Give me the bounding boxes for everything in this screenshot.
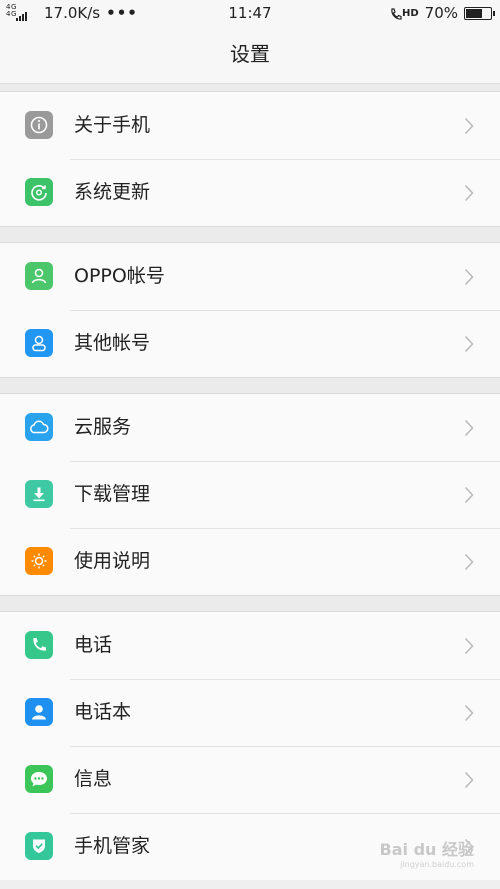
settings-row[interactable]: 电话: [0, 612, 500, 679]
contacts-icon: [25, 698, 53, 726]
group-divider: [0, 226, 500, 243]
watermark-sub: jingyan.baidu.com: [400, 860, 474, 869]
lightbulb-icon: [25, 547, 53, 575]
settings-row-label: 使用说明: [74, 550, 151, 572]
person-icon: [25, 262, 53, 290]
cloud-icon: [25, 413, 53, 441]
settings-group: OPPO帐号 其他帐号: [0, 243, 500, 377]
status-right: HD 70%: [390, 4, 495, 22]
battery-icon: [464, 6, 495, 20]
update-icon: [25, 178, 53, 206]
settings-row[interactable]: 信息: [0, 746, 500, 813]
settings-row[interactable]: 云服务: [0, 394, 500, 461]
settings-row-label: 手机管家: [74, 835, 151, 857]
settings-row[interactable]: OPPO帐号: [0, 243, 500, 310]
shield-icon: [25, 832, 53, 860]
page-title: 设置: [230, 42, 270, 66]
settings-row[interactable]: 系统更新: [0, 159, 500, 226]
group-divider: [0, 595, 500, 612]
battery-fill: [466, 8, 483, 18]
settings-row[interactable]: 电话本: [0, 679, 500, 746]
group-divider: [0, 377, 500, 394]
settings-row[interactable]: 下载管理: [0, 461, 500, 528]
download-icon: [25, 480, 53, 508]
group-divider: [0, 84, 500, 92]
settings-row-label: 系统更新: [74, 181, 151, 203]
settings-row[interactable]: 关于手机: [0, 92, 500, 159]
account-icon: [25, 329, 53, 357]
settings-row[interactable]: 其他帐号: [0, 310, 500, 377]
message-icon: [25, 765, 53, 793]
watermark-text: Bai du 经验: [379, 840, 474, 859]
settings-list: 关于手机系统更新 OPPO帐号 其他帐号云服务下载管理使用说明电话电话本信息手机管家: [0, 84, 500, 880]
settings-group: 云服务下载管理使用说明: [0, 394, 500, 595]
info-icon: [25, 111, 53, 139]
settings-row-label: 下载管理: [74, 483, 151, 505]
status-bar: 4G 4G 17.0K/s ••• 11:47 HD 70%: [0, 0, 500, 26]
settings-row-label: 电话: [74, 634, 113, 656]
phone-icon: [25, 631, 53, 659]
settings-row-label: OPPO帐号: [74, 265, 165, 287]
settings-group: 关于手机 系统更新: [0, 92, 500, 226]
page-title-bar: 设置: [0, 26, 500, 84]
settings-row-label: 信息: [74, 768, 113, 790]
hd-call-icon: HD: [390, 7, 419, 20]
hd-label: HD: [401, 7, 419, 19]
settings-row[interactable]: 使用说明: [0, 528, 500, 595]
battery-percent: 70%: [424, 4, 458, 22]
settings-row-label: 关于手机: [74, 114, 151, 136]
settings-row-label: 其他帐号: [74, 332, 151, 354]
watermark: Bai du 经验 jingyan.baidu.com: [380, 836, 474, 869]
settings-row-label: 云服务: [74, 416, 132, 438]
settings-row-label: 电话本: [74, 701, 132, 723]
